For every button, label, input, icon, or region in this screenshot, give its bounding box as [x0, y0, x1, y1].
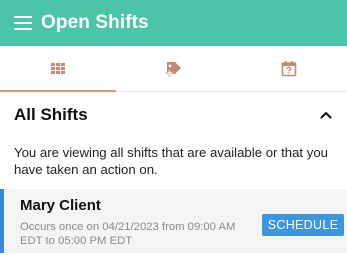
tab-bar: [0, 46, 347, 92]
tab-calendar-pending[interactable]: [231, 46, 347, 91]
page-title: Open Shifts: [41, 12, 149, 33]
chevron-up-icon[interactable]: [319, 108, 333, 122]
shift-card[interactable]: Mary Client Occurs once on 04/21/2023 fr…: [0, 189, 347, 253]
app-bar: Open Shifts: [0, 0, 347, 46]
shifts-description: You are viewing all shifts that are avai…: [14, 145, 329, 177]
calendar-question-icon: [281, 61, 297, 77]
section-header-all-shifts[interactable]: All Shifts: [0, 92, 347, 138]
tab-add-shift[interactable]: [116, 46, 232, 91]
card-accent-bar: [0, 189, 4, 253]
tab-all-shifts[interactable]: [0, 46, 116, 92]
grid-icon: [50, 62, 65, 75]
section-title: All Shifts: [14, 105, 88, 124]
shift-client-name: Mary Client: [20, 197, 101, 214]
schedule-button[interactable]: SCHEDULE: [262, 214, 344, 236]
shift-schedule-detail: Occurs once on 04/21/2023 from 09:00 AM …: [20, 221, 236, 247]
menu-icon[interactable]: [14, 16, 32, 30]
tag-add-icon: [165, 61, 181, 76]
